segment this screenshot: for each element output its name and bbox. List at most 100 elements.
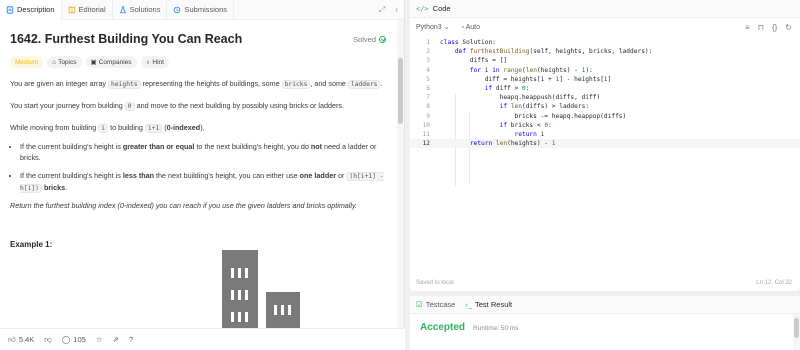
problem-title[interactable]: 1642. Furthest Building You Can Reach [10,32,242,46]
text: ), [200,123,205,132]
line-number: 3 [426,57,430,65]
code-panel: </> Code Python3 ⌄ ▫ Auto ≡ ⊓ {} ↻ 1 clas… [410,0,800,291]
help-button[interactable]: ? [129,335,133,344]
line-source: heapq.heappush(diffs, diff) [440,94,601,102]
strong-text: one ladder [299,171,337,180]
line-source: if bricks < 0: [499,121,552,129]
collapse-icon[interactable]: ‹ [395,5,398,15]
lock-icon: ▣ [90,59,97,66]
cursor-position: Ln 12, Col 32 [756,280,792,286]
bulb-icon: ♁ [145,58,151,66]
code-line[interactable]: 4 for i in range(len(heights) - 1): [410,66,800,75]
reset-icon[interactable]: ↻ [785,23,792,32]
line-number: 4 [426,66,430,74]
description-panel: Description Editorial Solutions Submissi… [0,0,405,350]
autocomplete-toggle[interactable]: ▫ Auto [462,24,480,31]
result-panel: ☑ Testcase ›_ Test Result Accepted Runtime… [410,296,800,350]
line-number: 10 [422,121,430,129]
code-line[interactable]: 8 if len(diffs) > ladders: [410,102,800,111]
tab-solutions[interactable]: Solutions [113,0,168,20]
result-scrollbar[interactable] [793,314,800,350]
check-circle-icon [379,35,386,43]
chip-label: Companies [98,58,132,66]
example-title: Example 1: [10,240,53,249]
difficulty-badge: Medium [10,56,44,68]
line-source: for i in range(len(heights) - 1): [469,66,593,74]
tab-submissions[interactable]: Submissions [167,0,235,20]
tab-description[interactable]: Description [0,0,62,20]
line-source: diffs = [] [440,57,508,65]
saved-status: Saved to local [416,280,454,286]
line-source: if len(diffs) > ladders: [499,103,590,111]
like-count: 5.4K [18,335,35,344]
code-line[interactable]: 1 class Solution: [410,38,800,47]
line-source: if diff > 0: [484,84,530,92]
code-editor[interactable]: 1 class Solution: 2 def furthestBuilding(s… [410,38,800,268]
comments-button[interactable]: ◯ 105 [62,335,86,344]
result-body: Accepted Runtime: 50 ms [410,314,800,341]
help-icon: ? [128,335,134,344]
paragraph-start: You start your journey from building 0 a… [10,100,386,112]
editor-toolbar: Python3 ⌄ ▫ Auto ≡ ⊓ {} ↻ [410,18,800,36]
expand-icon[interactable]: ⤢ [379,5,385,15]
solved-label: Solved [353,34,376,44]
code-line[interactable]: 7 heapq.heappush(diffs, diff) [410,93,800,102]
code-line[interactable]: 6 if diff > 0: [410,84,800,93]
editor-statusbar: Saved to local Ln 12, Col 32 [416,280,792,286]
text: , and some [310,79,348,88]
braces-icon[interactable]: {} [772,23,777,32]
tab-test-result[interactable]: ›_ Test Result [465,300,512,309]
line-source: return len(heights) - 1 [469,140,556,148]
hint-chip[interactable]: ♁ Hint [140,56,169,68]
scroll-thumb[interactable] [794,318,799,338]
strong-text: not [310,142,322,151]
comment-icon: ◯ [61,335,71,344]
like-button[interactable]: 👍︎ 5.4K [8,335,34,345]
code-line[interactable]: 3 diffs = [] [410,56,800,65]
dislike-button[interactable]: 👎︎ [44,335,52,345]
line-number: 7 [426,94,430,102]
thumbs-down-icon: 👎︎ [44,334,52,344]
thumbs-up-icon: 👍︎ [8,334,16,344]
chip-label: Hint [152,58,164,66]
text: the next building's height, you can eith… [154,171,300,180]
code-line[interactable]: 12 return len(heights) - 1 [410,139,800,149]
code-line[interactable]: 10 if bricks < 0: [410,121,800,130]
problem-chips: Medium ⌂ Topics ▣ Companies ♁ Hint [10,56,386,68]
line-source: class Solution: [440,39,496,46]
text: to building [108,123,145,132]
code-line[interactable]: 5 diff = heights[i + 1] - heights[i] [410,75,800,84]
text: While moving from building [10,123,99,132]
share-button[interactable]: ⇗ [113,335,119,344]
tab-label: Description [17,5,55,14]
scroll-thumb[interactable] [398,58,403,124]
comment-count: 105 [73,335,86,344]
format-icon[interactable]: ≡ [745,23,750,32]
editor-tools: ≡ ⊓ {} ↻ [745,23,792,32]
code-line[interactable]: 2 def furthestBuilding(self, heights, br… [410,47,800,56]
strong-text: 0-indexed [166,123,201,132]
lock-icon: ▫ [461,23,464,31]
language-select[interactable]: Python3 ⌄ [416,23,450,31]
chevron-down-icon: ⌄ [443,24,450,31]
tag-icon: ⌂ [52,58,57,66]
description-icon [6,5,14,14]
topics-chip[interactable]: ⌂ Topics [47,56,82,68]
code-line[interactable]: 9 bricks -= heapq.heappop(diffs) [410,112,800,121]
companies-chip[interactable]: ▣ Companies [85,56,137,68]
tab-testcase[interactable]: ☑ Testcase [416,300,455,309]
return-statement: Return the furthest building index (0-in… [10,201,358,210]
description-scrollbar[interactable] [397,20,404,328]
favorite-button[interactable]: ☆ [96,335,103,344]
line-number: 5 [426,75,430,83]
code-zero: 0 [124,102,135,111]
paragraph-moving: While moving from building i to building… [10,122,386,134]
text: You are given an integer array [10,79,109,88]
tab-label: Submissions [184,5,228,14]
code-title: Code [432,4,451,13]
bookmark-icon[interactable]: ⊓ [758,23,764,32]
code-line[interactable]: 11 return i [410,130,800,139]
tab-editorial[interactable]: Editorial [62,0,113,20]
strong-text: bricks [43,183,66,192]
chip-label: Topics [58,58,77,66]
